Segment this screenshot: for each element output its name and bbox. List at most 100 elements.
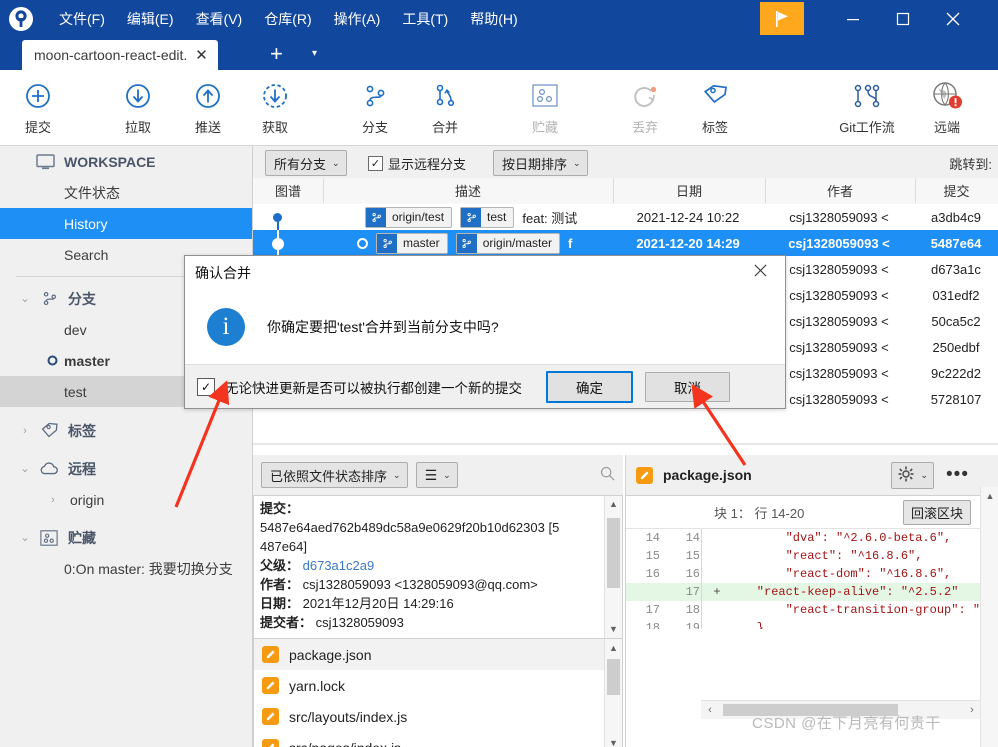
new-line-number: 17 — [685, 585, 700, 599]
toolbar-pull-button[interactable]: 拉取 — [103, 76, 173, 136]
revert-hunk-button[interactable]: 回滚区块 — [902, 499, 971, 525]
scrollbar-thumb[interactable] — [607, 659, 620, 695]
table-row[interactable]: master origin/master f 2021-12-20 14:29 … — [253, 230, 998, 256]
new-tab-button[interactable]: + — [270, 43, 283, 65]
detail-parent-label: 父级： — [260, 558, 300, 573]
chevron-down-icon[interactable]: ⌄ — [14, 462, 36, 475]
menu-edit[interactable]: 编辑(E) — [116, 6, 185, 32]
toolbar-commit-button[interactable]: 提交 — [3, 76, 73, 136]
flag-button[interactable] — [760, 2, 804, 35]
chevron-right-icon[interactable]: › — [14, 425, 36, 437]
commit-hash: 5487e64 — [930, 235, 982, 251]
column-header-graph[interactable]: 图谱 — [253, 178, 324, 203]
list-item[interactable]: package.json — [254, 639, 622, 670]
search-icon[interactable] — [600, 466, 615, 484]
files-vertical-scrollbar[interactable]: ▲ ▼ — [604, 639, 622, 747]
sidebar-item-history[interactable]: History — [0, 208, 252, 239]
jump-to-label: 跳转到: — [949, 157, 992, 172]
menu-help[interactable]: 帮助(H) — [459, 6, 528, 32]
sort-dropdown[interactable]: 按日期排序 ⌄ — [493, 150, 588, 176]
menu-tools[interactable]: 工具(T) — [391, 6, 459, 32]
scroll-up-icon[interactable]: ▲ — [605, 639, 622, 656]
ref-tag[interactable]: master — [376, 232, 448, 254]
column-header-author[interactable]: 作者 — [765, 178, 916, 203]
sidebar-item-label: 文件状态 — [64, 184, 120, 201]
ref-tag[interactable]: origin/test — [365, 206, 453, 228]
sidebar-section-remotes[interactable]: ⌄ 远程 — [0, 453, 252, 484]
sidebar-item-label: Search — [64, 246, 109, 263]
file-name: package.json — [289, 646, 372, 663]
commit-author: csj1328059093 < — [789, 339, 889, 355]
chevron-down-icon[interactable]: ⌄ — [14, 292, 36, 305]
column-header-date[interactable]: 日期 — [613, 178, 766, 203]
sidebar-stash-item[interactable]: 0:On master: 我要切换分支 — [0, 553, 252, 584]
toolbar-discard-button[interactable]: 丢弃 — [610, 76, 680, 136]
diff-settings-dropdown[interactable]: ⌄ — [891, 461, 935, 489]
history-table-header: 图谱 描述 日期 作者 提交 — [253, 178, 998, 205]
tab-repository[interactable]: moon-cartoon-react-edit. ✕ — [22, 40, 218, 70]
column-header-description[interactable]: 描述 — [323, 178, 614, 203]
toolbar-fetch-button[interactable]: 获取 — [240, 76, 310, 136]
toolbar-tag-button[interactable]: 标签 — [680, 76, 750, 136]
diff-text: }, — [728, 621, 772, 629]
dialog-message: 你确定要把'test'合并到当前分支中吗? — [267, 319, 499, 335]
sidebar-item-file-status[interactable]: 文件状态 — [0, 177, 252, 208]
detail-committer-value: csj1328059093 — [315, 615, 404, 630]
list-item[interactable]: src/layouts/index.js — [254, 701, 622, 732]
column-header-commit[interactable]: 提交 — [915, 178, 998, 203]
list-item[interactable]: yarn.lock — [254, 670, 622, 701]
minimize-button[interactable] — [830, 0, 876, 38]
maximize-button[interactable] — [880, 0, 926, 38]
toolbar-push-button[interactable]: 推送 — [173, 76, 243, 136]
commit-date: 2021-12-24 10:22 — [636, 209, 740, 225]
tab-list-chevron-down-icon[interactable]: ▾ — [312, 48, 317, 59]
detail-commit-hash: 5487e64aed762b489dc58a9e0629f20b10d62303… — [260, 520, 560, 554]
file-sort-dropdown[interactable]: 已依照文件状态排序 ⌄ — [261, 462, 408, 488]
menu-file[interactable]: 文件(F) — [48, 6, 116, 32]
dialog-close-icon[interactable] — [745, 263, 775, 283]
scroll-right-icon[interactable]: › — [963, 701, 981, 719]
menu-actions[interactable]: 操作(A) — [323, 6, 392, 32]
create-commit-checkbox[interactable]: ✓ 无论快进更新是否可以被执行都创建一个新的提交 — [197, 377, 522, 397]
table-row[interactable]: origin/test test feat: 测试 2021-12-24 10:… — [253, 204, 998, 230]
scrollbar-thumb[interactable] — [607, 518, 620, 588]
chevron-right-icon[interactable]: › — [42, 494, 64, 506]
branch-filter-dropdown[interactable]: 所有分支 ⌄ — [265, 150, 347, 176]
scroll-up-icon[interactable]: ▲ — [605, 496, 622, 513]
tab-close-icon[interactable]: ✕ — [191, 46, 212, 64]
ref-tag[interactable]: test — [460, 206, 515, 228]
scroll-left-icon[interactable]: ‹ — [701, 701, 719, 719]
changed-files-list[interactable]: package.json yarn.lock src/layouts/index… — [253, 639, 623, 747]
menu-view[interactable]: 查看(V) — [185, 6, 254, 32]
ref-tag[interactable]: origin/master — [455, 232, 561, 254]
dialog-cancel-button[interactable]: 取消 — [645, 371, 730, 402]
diff-content[interactable]: 14 14 "dva": "^2.6.0-beta.6", 15 15 "rea… — [626, 529, 998, 629]
diff-vertical-scrollbar[interactable]: ▲ — [980, 487, 998, 747]
detail-parent-hash[interactable]: d673a1c2a9 — [303, 558, 375, 573]
diff-line: 16 16 "react-dom": "^16.8.6", — [626, 565, 998, 583]
monitor-icon — [32, 153, 58, 170]
toolbar-remote-button[interactable]: 远端 — [912, 76, 982, 136]
toolbar-branch-button[interactable]: 分支 — [340, 76, 410, 136]
show-remote-branches-checkbox[interactable]: ✓ 显示远程分支 — [368, 154, 466, 173]
more-dots-icon[interactable]: ••• — [946, 464, 969, 486]
sidebar-section-stash[interactable]: ⌄ 贮藏 — [0, 522, 252, 553]
toolbar-merge-button[interactable]: 合并 — [410, 76, 480, 136]
toolbar-pull-label: 拉取 — [124, 120, 151, 135]
sidebar-section-tags[interactable]: › 标签 — [0, 415, 252, 446]
toolbar-stash-button[interactable]: 贮藏 — [510, 76, 580, 136]
list-item[interactable]: src/pages/index.js — [254, 732, 622, 747]
dialog-ok-button[interactable]: 确定 — [546, 370, 633, 403]
new-line-number: 15 — [685, 549, 700, 563]
pane-splitter[interactable] — [253, 443, 998, 445]
scroll-down-icon[interactable]: ▼ — [605, 734, 622, 747]
close-button[interactable] — [930, 0, 976, 38]
chevron-down-icon[interactable]: ⌄ — [14, 531, 36, 544]
view-mode-dropdown[interactable]: ☰ ⌄ — [415, 462, 458, 488]
menu-repo[interactable]: 仓库(R) — [253, 6, 322, 32]
toolbar-gitflow-button[interactable]: Git工作流 — [822, 76, 912, 136]
scroll-up-icon[interactable]: ▲ — [981, 487, 998, 505]
sidebar-remote-origin[interactable]: › origin — [0, 484, 252, 515]
scroll-down-icon[interactable]: ▼ — [605, 621, 622, 638]
detail-vertical-scrollbar[interactable]: ▲ ▼ — [604, 496, 622, 638]
